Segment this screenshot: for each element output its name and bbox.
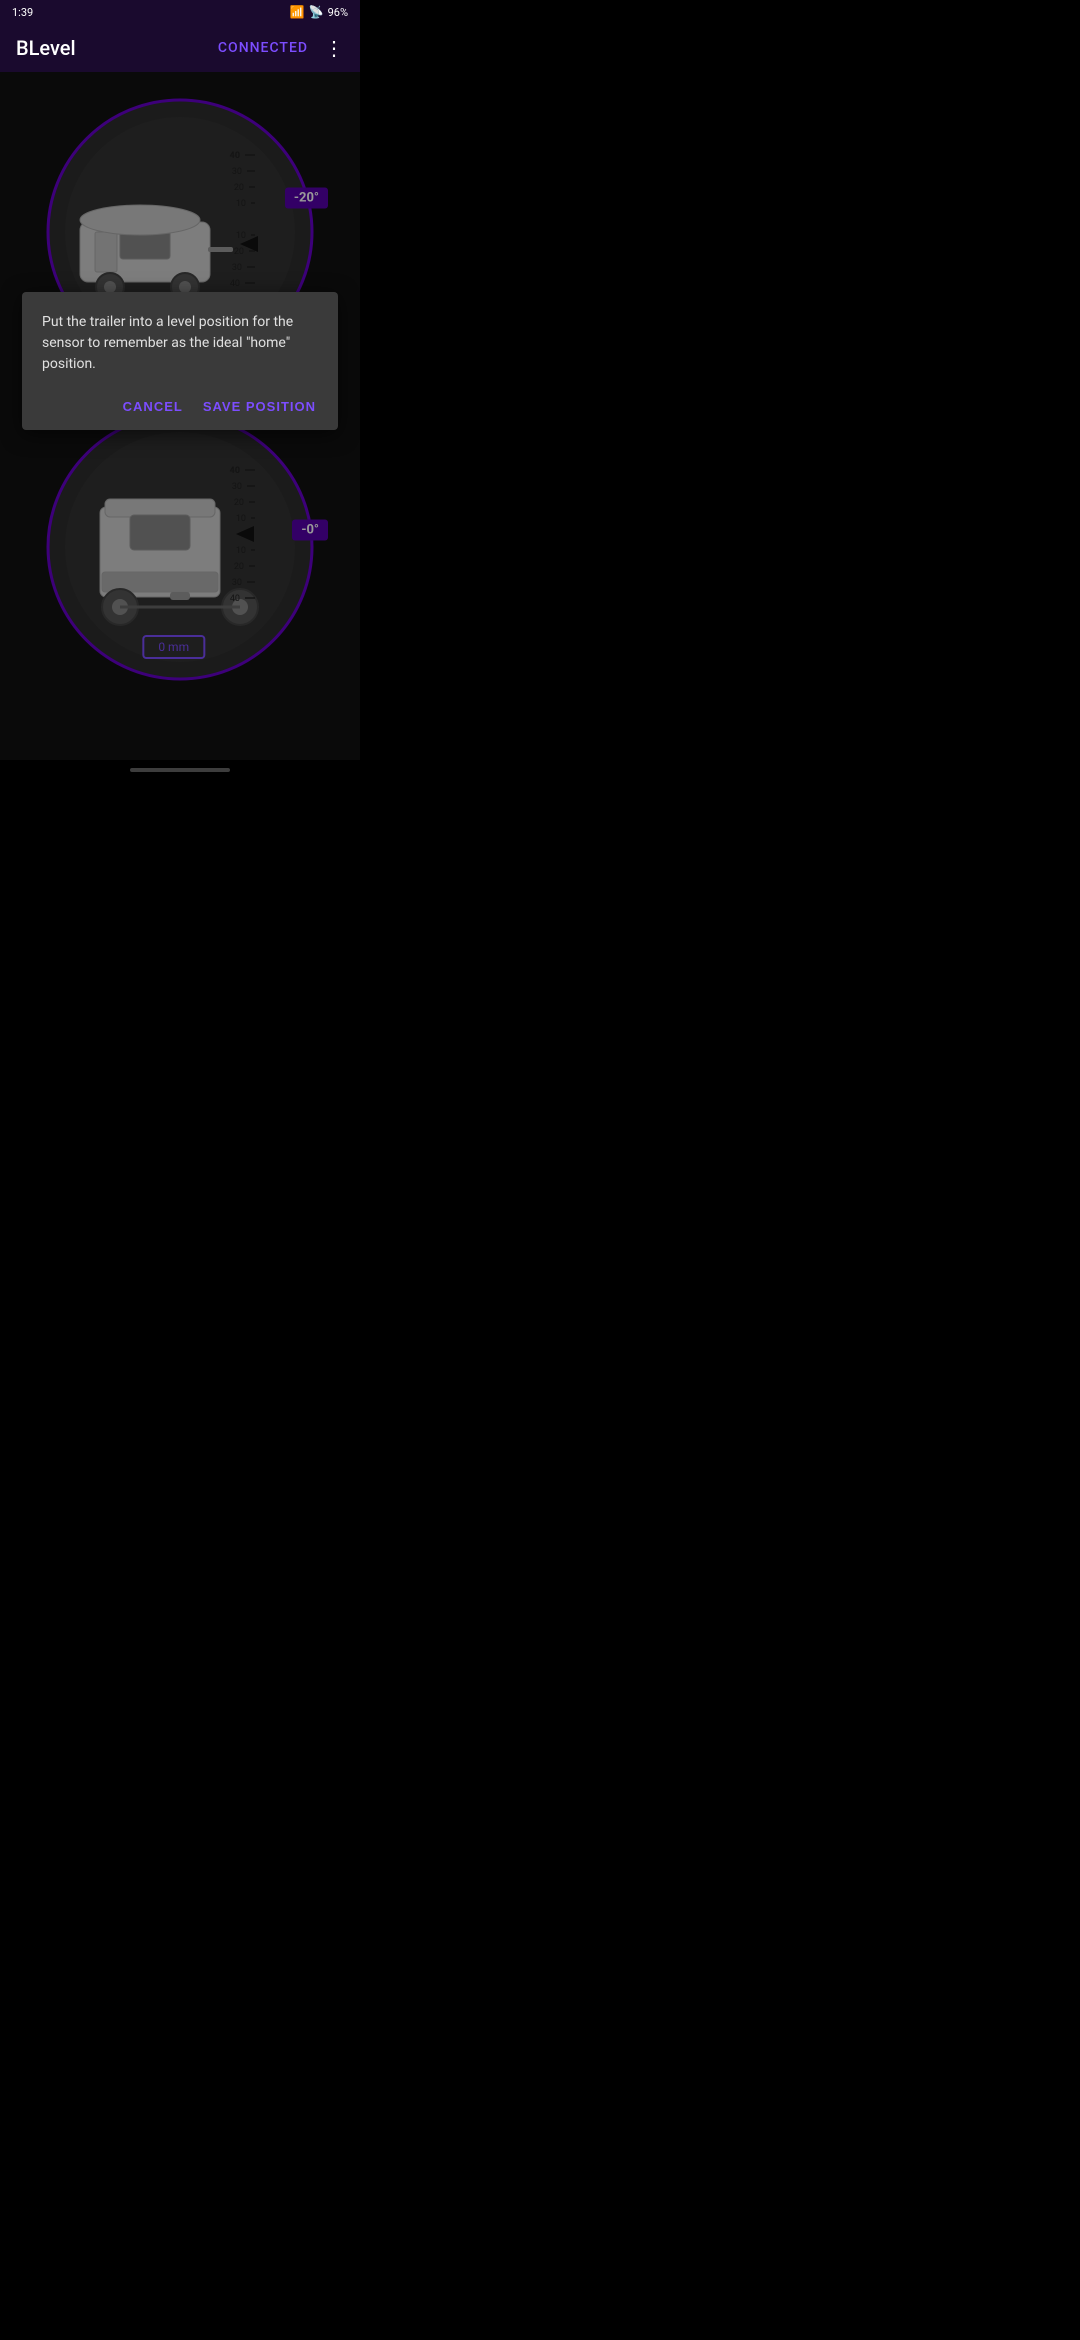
dialog-overlay: Put the trailer into a level position fo… [0,72,360,780]
time-display: 1:39 [12,6,33,19]
app-bar-right: CONNECTED ⋮ [218,36,344,60]
menu-icon[interactable]: ⋮ [324,36,344,60]
connected-status: CONNECTED [218,40,308,56]
save-position-button[interactable]: SAVE POSITION [201,395,318,418]
status-bar: 1:39 📶 📡 96% [0,0,360,24]
dialog-actions: CANCEL SAVE POSITION [42,395,318,418]
app-title: BLevel [16,36,76,60]
dialog-message: Put the trailer into a level position fo… [42,312,318,375]
signal-icon: 📡 [309,5,324,19]
status-right: 📶 📡 96% [290,5,348,19]
main-content: 40 30 20 10 0 10 20 30 40 [0,72,360,780]
save-position-dialog: Put the trailer into a level position fo… [22,292,338,430]
cancel-button[interactable]: CANCEL [121,395,185,418]
wifi-icon: 📶 [290,5,305,19]
app-bar: BLevel CONNECTED ⋮ [0,24,360,72]
battery-display: 96% [328,6,348,19]
status-left: 1:39 [12,6,33,19]
